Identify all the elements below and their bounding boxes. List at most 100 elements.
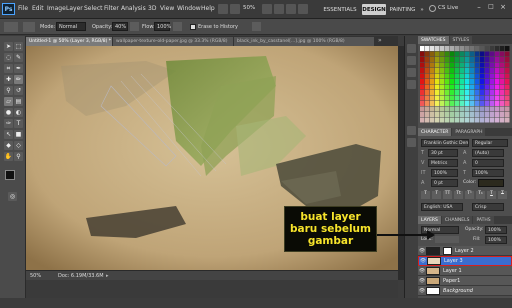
swatch-cell[interactable]	[500, 46, 505, 51]
tab-channels[interactable]: CHANNELS	[441, 216, 473, 224]
swatch-cell[interactable]	[485, 68, 490, 73]
swatch-cell[interactable]	[440, 95, 445, 101]
swatch-cell[interactable]	[460, 62, 465, 68]
swatch-cell[interactable]	[485, 46, 490, 51]
swatch-cell[interactable]	[490, 62, 495, 68]
swatch-cell[interactable]	[425, 51, 430, 57]
swatch-cell[interactable]	[435, 95, 440, 101]
swatch-cell[interactable]	[435, 90, 440, 95]
swatch-cell[interactable]	[430, 57, 435, 62]
swatch-cell[interactable]	[495, 68, 500, 73]
swatch-cell[interactable]	[485, 112, 490, 117]
swatch-cell[interactable]	[470, 117, 475, 123]
screen-mode-icon[interactable]	[298, 4, 308, 14]
swatch-cell[interactable]	[495, 84, 500, 90]
swatch-cell[interactable]	[460, 101, 465, 106]
arrange-documents-icon[interactable]	[286, 4, 296, 14]
menu-filter[interactable]: Filter	[104, 5, 119, 12]
swatch-cell[interactable]	[490, 117, 495, 123]
lock-buttons[interactable]	[435, 236, 459, 243]
menu-layer[interactable]: Layer	[66, 5, 83, 12]
swatch-cell[interactable]	[425, 57, 430, 62]
swatch-cell[interactable]	[490, 90, 495, 95]
swatch-cell[interactable]	[480, 112, 485, 117]
font-family-dropdown[interactable]: Franklin Gothic Demi	[421, 139, 469, 147]
visibility-eye-icon[interactable]: 👁	[418, 268, 426, 274]
swatch-cell[interactable]	[455, 46, 460, 51]
swatch-cell[interactable]	[440, 117, 445, 123]
swatch-cell[interactable]	[485, 62, 490, 68]
mini-bridge-icon[interactable]	[230, 4, 240, 14]
swatch-cell[interactable]	[420, 68, 425, 73]
swatch-cell[interactable]	[445, 117, 450, 123]
swatch-cell[interactable]	[445, 62, 450, 68]
swatch-cell[interactable]	[460, 90, 465, 95]
swatch-cell[interactable]	[500, 106, 505, 112]
swatch-cell[interactable]	[480, 106, 485, 112]
swatch-cell[interactable]	[420, 79, 425, 84]
swatch-cell[interactable]	[465, 117, 470, 123]
clone-stamp-tool-icon[interactable]: ⚲	[4, 86, 13, 95]
swatch-cell[interactable]	[485, 106, 490, 112]
font-style-dropdown[interactable]: Regular	[472, 139, 508, 147]
swatch-cell[interactable]	[445, 68, 450, 73]
swatch-cell[interactable]	[480, 95, 485, 101]
layer-opacity-input[interactable]: 100%	[485, 226, 507, 234]
history-panel-icon[interactable]	[407, 44, 416, 53]
menu-help[interactable]: Help	[201, 5, 215, 12]
swatch-cell[interactable]	[430, 46, 435, 51]
swatch-cell[interactable]	[480, 79, 485, 84]
swatch-cell[interactable]	[480, 68, 485, 73]
swatch-cell[interactable]	[470, 57, 475, 62]
tablet-pressure-size-icon[interactable]	[252, 22, 261, 31]
kerning-input[interactable]: Metrics	[428, 159, 458, 167]
tab-paths[interactable]: PATHS	[473, 216, 494, 224]
swatch-cell[interactable]	[475, 79, 480, 84]
underline-button[interactable]: T	[487, 191, 496, 199]
swatch-cell[interactable]	[430, 101, 435, 106]
swatch-cell[interactable]	[495, 112, 500, 117]
tab-paragraph[interactable]: PARAGRAPH	[452, 128, 486, 136]
swatch-cell[interactable]	[450, 95, 455, 101]
marquee-tool-icon[interactable]: ⬚	[14, 42, 23, 51]
swatch-cell[interactable]	[485, 117, 490, 123]
workspace-more-icon[interactable]: »	[418, 4, 426, 15]
swatch-cell[interactable]	[505, 62, 510, 68]
swatch-cell[interactable]	[465, 73, 470, 79]
swatch-cell[interactable]	[465, 101, 470, 106]
swatch-cell[interactable]	[500, 117, 505, 123]
swatch-cell[interactable]	[480, 84, 485, 90]
swatch-cell[interactable]	[460, 117, 465, 123]
swatch-cell[interactable]	[470, 90, 475, 95]
swatch-cell[interactable]	[475, 57, 480, 62]
zoom-level[interactable]: 50%	[243, 5, 255, 11]
swatch-cell[interactable]	[495, 57, 500, 62]
swatch-cell[interactable]	[455, 68, 460, 73]
swatch-cell[interactable]	[460, 68, 465, 73]
swatch-cell[interactable]	[420, 117, 425, 123]
swatch-cell[interactable]	[485, 51, 490, 57]
quick-select-tool-icon[interactable]: ✎	[14, 53, 23, 62]
swatch-cell[interactable]	[465, 79, 470, 84]
swatch-cell[interactable]	[475, 62, 480, 68]
swatch-cell[interactable]	[490, 84, 495, 90]
swatch-cell[interactable]	[435, 51, 440, 57]
tracking-input[interactable]: 0	[472, 159, 504, 167]
swatch-cell[interactable]	[500, 101, 505, 106]
swatch-cell[interactable]	[505, 101, 510, 106]
swatch-cell[interactable]	[475, 90, 480, 95]
swatch-cell[interactable]	[450, 68, 455, 73]
swatch-cell[interactable]	[420, 90, 425, 95]
actions-panel-icon[interactable]	[407, 56, 416, 65]
swatch-cell[interactable]	[495, 62, 500, 68]
swatch-cell[interactable]	[455, 101, 460, 106]
swatch-cell[interactable]	[455, 73, 460, 79]
swatch-cell[interactable]	[455, 112, 460, 117]
tab-character[interactable]: CHARACTER	[418, 128, 452, 136]
swatch-cell[interactable]	[470, 62, 475, 68]
swatch-cell[interactable]	[505, 106, 510, 112]
swatch-cell[interactable]	[450, 101, 455, 106]
menu-edit[interactable]: Edit	[32, 5, 44, 12]
swatch-cell[interactable]	[460, 73, 465, 79]
swatch-cell[interactable]	[440, 62, 445, 68]
